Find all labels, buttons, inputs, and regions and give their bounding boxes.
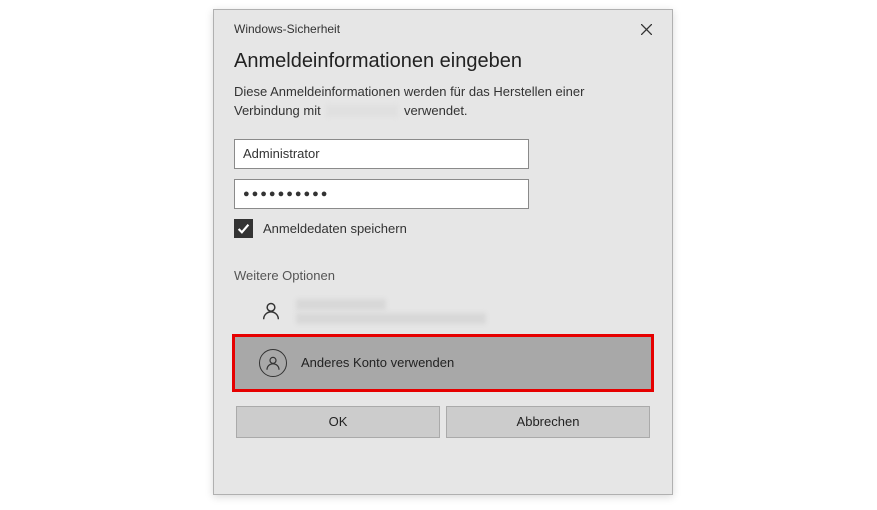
button-row: OK Abbrechen [234, 406, 652, 438]
checkmark-icon [237, 222, 250, 235]
dialog-heading: Anmeldeinformationen eingeben [234, 50, 652, 73]
user-icon [259, 349, 287, 377]
password-value: ●●●●●●●●●● [243, 188, 329, 200]
saved-account-row[interactable] [234, 293, 652, 334]
other-account-row[interactable]: Anderes Konto verwenden [232, 334, 654, 392]
more-options-label: Weitere Optionen [234, 268, 652, 283]
credentials-dialog: Windows-Sicherheit Anmeldeinformationen … [213, 9, 673, 495]
username-input[interactable]: Administrator [234, 139, 529, 169]
remember-checkbox[interactable] [234, 219, 253, 238]
redacted-account-info [296, 299, 486, 324]
dialog-subtext: Diese Anmeldeinformationen werden für da… [234, 83, 652, 121]
password-input[interactable]: ●●●●●●●●●● [234, 179, 529, 209]
titlebar: Windows-Sicherheit [214, 10, 672, 42]
username-value: Administrator [243, 146, 320, 161]
remember-label: Anmeldedaten speichern [263, 221, 407, 236]
dialog-content: Anmeldeinformationen eingeben Diese Anme… [214, 42, 672, 438]
cancel-button[interactable]: Abbrechen [446, 406, 650, 438]
other-account-label: Anderes Konto verwenden [301, 355, 454, 370]
remember-row: Anmeldedaten speichern [234, 219, 652, 238]
window-title: Windows-Sicherheit [234, 22, 340, 36]
close-button[interactable] [630, 16, 662, 42]
subtext-after: verwendet. [400, 103, 467, 118]
ok-button[interactable]: OK [236, 406, 440, 438]
close-icon [641, 24, 652, 35]
user-icon [260, 300, 282, 322]
redacted-hostname [326, 105, 398, 117]
